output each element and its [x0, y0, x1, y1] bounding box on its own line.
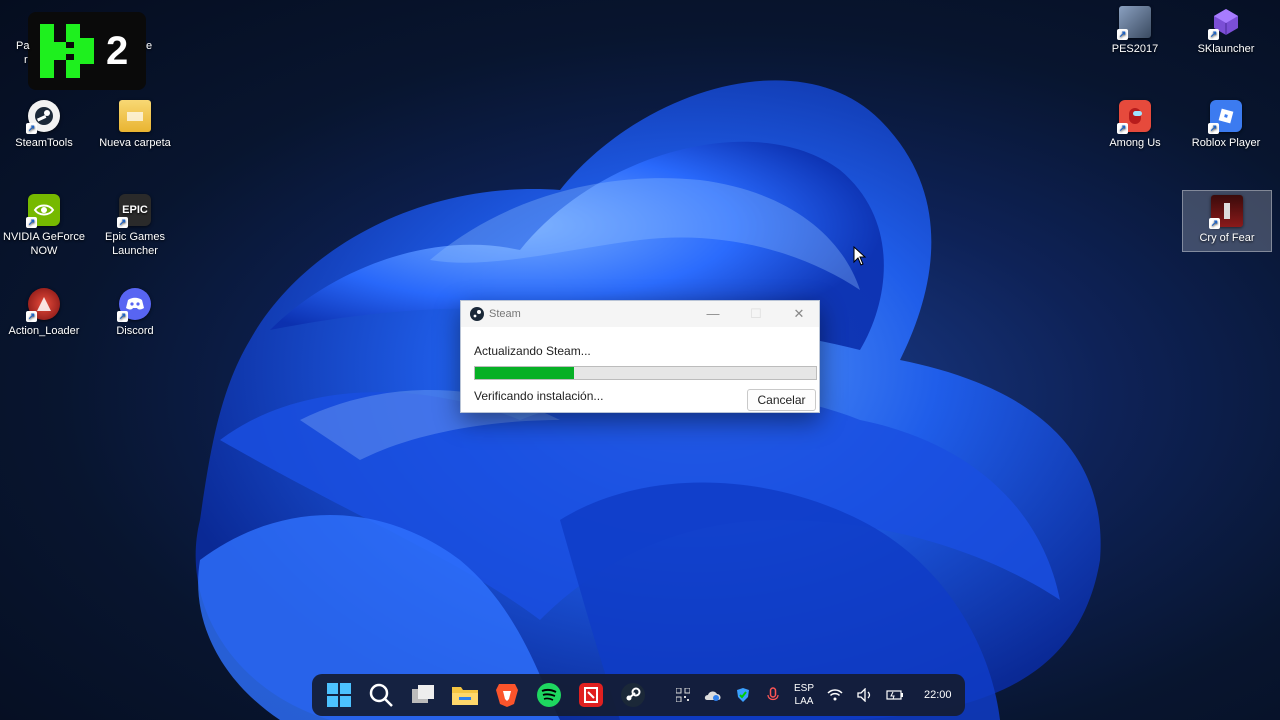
- partial-label: Pa: [16, 40, 30, 52]
- pes2017-icon: ↗: [1117, 6, 1151, 40]
- partial-label: r: [24, 54, 28, 66]
- action-loader-icon: ↗: [26, 288, 60, 322]
- search-icon: [369, 683, 393, 707]
- defender-icon[interactable]: [732, 680, 754, 710]
- spotify-button[interactable]: [532, 678, 566, 712]
- red-app-button[interactable]: [574, 678, 608, 712]
- desktop-icon-label: Roblox Player: [1191, 137, 1261, 149]
- desktop-icon-label: PES2017: [1111, 43, 1159, 55]
- maximize-button: ☐: [750, 306, 762, 321]
- desktop-icon-label: SteamTools: [15, 137, 73, 149]
- task-view-button[interactable]: [406, 678, 440, 712]
- desktop-icon-nueva-carpeta[interactable]: Nueva carpeta: [91, 100, 179, 150]
- minimize-button[interactable]: —: [693, 304, 733, 324]
- desktop-icon-among-us[interactable]: ↗ Among Us: [1091, 100, 1179, 150]
- among-us-icon: ↗: [1117, 100, 1151, 134]
- desktop-icon-label: Nueva carpeta: [99, 137, 171, 149]
- taskbar: ESP LAA 22:00: [312, 674, 965, 716]
- roblox-icon: ↗: [1208, 100, 1242, 134]
- dialog-title: Steam: [489, 308, 521, 320]
- steamtools-icon: ↗: [26, 100, 60, 134]
- desktop-icon-sklauncher[interactable]: ↗ SKlauncher: [1182, 6, 1270, 56]
- desktop-icon-cry-of-fear[interactable]: ↗ Cry of Fear: [1182, 190, 1272, 252]
- progress-bar: [474, 366, 817, 380]
- progress-bar-fill: [475, 367, 574, 379]
- update-status-text: Actualizando Steam...: [474, 344, 591, 358]
- brave-icon: [496, 684, 518, 707]
- desktop-icon-discord[interactable]: ↗ Discord: [91, 288, 179, 338]
- mouse-cursor-icon: [853, 246, 867, 266]
- red-app-icon: [579, 683, 603, 707]
- steam-update-dialog: Steam — ☐ ✕ Actualizando Steam... Verifi…: [460, 300, 820, 413]
- partial-label: e: [146, 40, 153, 52]
- language-indicator[interactable]: ESP LAA: [794, 682, 814, 708]
- search-button[interactable]: [364, 678, 398, 712]
- battery-icon[interactable]: [884, 680, 906, 710]
- file-explorer-button[interactable]: [448, 678, 482, 712]
- desktop-icon-label: Discord: [116, 325, 154, 337]
- steam-icon: [621, 683, 645, 707]
- qr-icon[interactable]: [672, 680, 694, 710]
- desktop-icon-label: Action_Loader: [8, 325, 80, 337]
- k-logo-icon: [40, 24, 94, 78]
- desktop-icon-nvidia[interactable]: ↗ NVIDIA GeForce NOW: [0, 194, 88, 258]
- k2-logo: 2: [28, 12, 146, 90]
- cancel-button[interactable]: Cancelar: [747, 389, 816, 411]
- desktop-icon-steamtools[interactable]: ↗ SteamTools: [0, 100, 88, 150]
- desktop-icon-label: SKlauncher: [1197, 43, 1255, 55]
- close-button[interactable]: ✕: [779, 304, 819, 324]
- cry-of-fear-icon: ↗: [1209, 195, 1243, 229]
- file-explorer-icon: [452, 687, 478, 705]
- desktop-icon-pes2017[interactable]: ↗ PES2017: [1091, 6, 1179, 56]
- onedrive-icon[interactable]: [702, 680, 724, 710]
- task-view-icon: [412, 685, 434, 703]
- nvidia-icon: ↗: [26, 194, 60, 228]
- logo-number: 2: [106, 28, 129, 73]
- verify-status-text: Verificando instalación...: [474, 389, 604, 403]
- taskbar-clock[interactable]: 22:00: [924, 689, 952, 701]
- volume-icon[interactable]: [854, 680, 876, 710]
- desktop-icon-label: Epic Games Launcher: [105, 231, 165, 257]
- desktop-icon-roblox[interactable]: ↗ Roblox Player: [1182, 100, 1270, 150]
- start-icon: [327, 683, 351, 707]
- dialog-titlebar[interactable]: Steam — ☐ ✕: [461, 301, 819, 327]
- epic-games-icon: EPIC ↗: [117, 194, 151, 228]
- desktop-icon-action-loader[interactable]: ↗ Action_Loader: [0, 288, 88, 338]
- spotify-icon: [537, 683, 561, 707]
- steam-icon: [470, 307, 484, 321]
- discord-icon: ↗: [117, 288, 151, 322]
- start-button[interactable]: [322, 678, 356, 712]
- desktop-icon-label: Cry of Fear: [1199, 232, 1255, 244]
- wifi-icon[interactable]: [824, 680, 846, 710]
- desktop-icon-label: NVIDIA GeForce NOW: [3, 231, 85, 257]
- microphone-icon[interactable]: [762, 680, 784, 710]
- folder-icon: [119, 100, 151, 132]
- steam-taskbar-button[interactable]: [616, 678, 650, 712]
- desktop-icon-epic[interactable]: EPIC ↗ Epic Games Launcher: [91, 194, 179, 258]
- sklauncher-icon: ↗: [1208, 6, 1242, 40]
- desktop-icon-label: Among Us: [1109, 137, 1161, 149]
- brave-button[interactable]: [490, 678, 524, 712]
